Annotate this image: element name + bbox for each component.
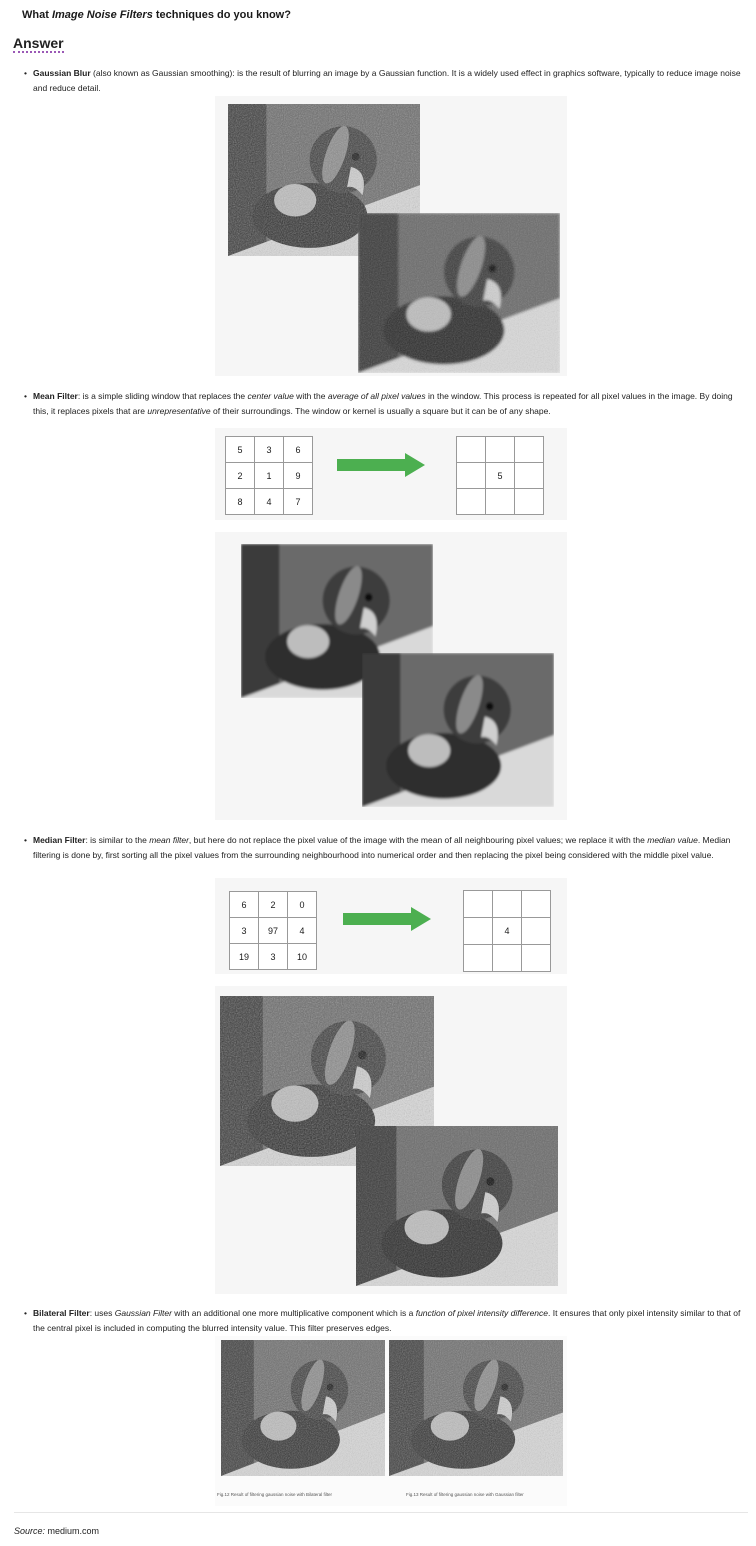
- grid-cell: [463, 917, 493, 945]
- grid-cell: [492, 944, 522, 972]
- grid-cell: 2: [258, 891, 288, 918]
- arrow-right-icon: [337, 453, 425, 477]
- grid-cell: 2: [225, 462, 255, 489]
- figure-caption-left: Fig.12 Result of filtering gaussian nois…: [217, 1492, 333, 1497]
- median-filter-figure: [215, 986, 567, 1294]
- grid-cell: 97: [258, 917, 288, 944]
- grid-cell-center: 4: [492, 917, 522, 945]
- bullet-bilateral-filter: • Bilateral Filter: uses Gaussian Filter…: [24, 1308, 741, 1333]
- grid-cell: [456, 488, 486, 515]
- grid-cell: 8: [225, 488, 255, 515]
- arrow-right-icon: [343, 907, 431, 931]
- bilateral-filter-figure: Fig.12 Result of filtering gaussian nois…: [215, 1336, 567, 1506]
- figure-caption-right: Fig.13 Result of filtering gaussian nois…: [406, 1492, 524, 1497]
- median-filter-diagram: 6 2 0 3 97 4 19 3 10 4: [215, 878, 567, 974]
- grid-cell: 0: [287, 891, 317, 918]
- median-output-grid: 4: [463, 890, 551, 972]
- median-filtered-parrot-image: [356, 1126, 558, 1286]
- grid-cell: [492, 890, 522, 918]
- gaussian-blurred-parrot-image: [358, 213, 560, 373]
- grid-cell: 3: [258, 943, 288, 970]
- grid-cell: [521, 944, 551, 972]
- grid-cell: 3: [229, 917, 259, 944]
- grid-cell: [456, 436, 486, 463]
- grid-cell: 19: [229, 943, 259, 970]
- source-line: Source: medium.com: [14, 1526, 100, 1536]
- grid-cell: 6: [283, 436, 313, 463]
- grid-cell: [521, 917, 551, 945]
- median-input-grid: 6 2 0 3 97 4 19 3 10: [229, 891, 317, 970]
- mean-input-grid: 5 3 6 2 1 9 8 4 7: [225, 436, 313, 515]
- gaussian-filtered-parrot-image: [389, 1340, 563, 1476]
- grid-cell: 4: [254, 488, 284, 515]
- grid-cell: 6: [229, 891, 259, 918]
- bullet-median-filter: • Median Filter: is similar to the mean …: [24, 835, 731, 860]
- bullet-gaussian-blur: • Gaussian Blur (also known as Gaussian …: [24, 68, 741, 93]
- gaussian-blur-figure: [215, 96, 567, 376]
- grid-cell: 4: [287, 917, 317, 944]
- grid-cell: [514, 462, 544, 489]
- bilateral-filtered-parrot-image: [221, 1340, 385, 1476]
- source-link[interactable]: medium.com: [45, 1526, 100, 1536]
- grid-cell: [521, 890, 551, 918]
- grid-cell: 9: [283, 462, 313, 489]
- grid-cell: 7: [283, 488, 313, 515]
- grid-cell: 1: [254, 462, 284, 489]
- question-heading: What Image Noise Filters techniques do y…: [22, 9, 291, 21]
- grid-cell: [463, 890, 493, 918]
- bullet-mean-filter: • Mean Filter: is a simple sliding windo…: [24, 391, 733, 416]
- mean-output-grid: 5: [456, 436, 544, 515]
- grid-cell: [514, 488, 544, 515]
- grid-cell-center: 5: [485, 462, 515, 489]
- grid-cell: [485, 488, 515, 515]
- mean-filter-diagram: 5 3 6 2 1 9 8 4 7 5: [215, 428, 567, 520]
- grid-cell: 3: [254, 436, 284, 463]
- grid-cell: [463, 944, 493, 972]
- grid-cell: [456, 462, 486, 489]
- mean-filtered-parrot-image-2: [362, 653, 554, 807]
- grid-cell: 10: [287, 943, 317, 970]
- grid-cell: 5: [225, 436, 255, 463]
- mean-filter-figure: [215, 532, 567, 820]
- divider: [14, 1512, 748, 1513]
- grid-cell: [514, 436, 544, 463]
- grid-cell: [485, 436, 515, 463]
- answer-heading: Answer: [13, 35, 64, 53]
